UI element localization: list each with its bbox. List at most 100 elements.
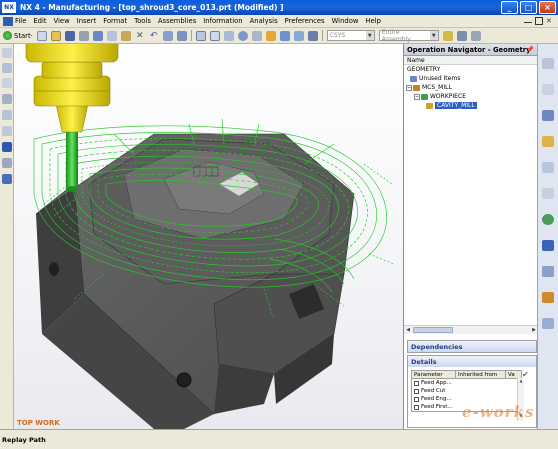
menu-tools[interactable]: Tools (134, 17, 151, 25)
navigator-tree: GEOMETRY Unused Items − MCS_MILL − WORKP… (404, 65, 538, 110)
close-button[interactable]: × (539, 1, 556, 14)
delete-icon[interactable]: ✕ (135, 31, 145, 41)
maximize-button[interactable]: □ (520, 1, 537, 14)
left-tool-icon-4[interactable] (2, 94, 12, 104)
table-row[interactable]: Feed App... (412, 379, 521, 387)
table-row[interactable]: Feed Eng... (412, 395, 521, 403)
column-inherited-from[interactable]: Inherited from (456, 371, 506, 378)
navigator-column-header[interactable]: Name (404, 56, 537, 65)
save-icon[interactable] (64, 30, 75, 41)
workpiece-icon (421, 93, 428, 100)
left-tool-icon-2[interactable] (2, 63, 12, 73)
left-tool-icon-8[interactable] (2, 158, 12, 168)
tree-item-label: Unused Items (419, 75, 461, 82)
menu-analysis[interactable]: Analysis (250, 17, 278, 25)
csys-combo-value: CSYS (329, 32, 346, 39)
tree-item-cavity-mill[interactable]: CAVITY_MILL (404, 101, 538, 110)
doc-restore-icon[interactable] (535, 17, 543, 25)
checkbox[interactable] (414, 396, 419, 402)
chevron-down-icon: ▼ (365, 31, 374, 40)
menu-format[interactable]: Format (103, 17, 127, 25)
menu-help[interactable]: Help (365, 17, 381, 25)
graphics-viewport[interactable]: TOP WORK (14, 44, 403, 429)
navigator-horizontal-scrollbar[interactable]: ◀ ▶ (404, 325, 538, 334)
left-tool-icon-7[interactable] (2, 142, 12, 152)
resource-icon-4[interactable] (542, 136, 554, 147)
left-tool-icon-3[interactable] (2, 78, 12, 88)
dependencies-header[interactable]: Dependencies (408, 341, 536, 352)
app-menu-icon[interactable] (3, 16, 13, 26)
fit-view-icon[interactable] (195, 30, 206, 41)
menu-preferences[interactable]: Preferences (285, 17, 325, 25)
menu-assemblies[interactable]: Assemblies (158, 17, 196, 25)
resource-icon-5[interactable] (542, 162, 554, 173)
assembly-scope-combo[interactable]: Entire Assembly ▼ (378, 29, 439, 43)
orient-view-icon[interactable] (279, 30, 290, 41)
undo-icon[interactable]: ↶ (149, 31, 159, 41)
selection-filter-icon[interactable] (456, 30, 467, 41)
menu-information[interactable]: Information (203, 17, 242, 25)
column-value[interactable]: Va (506, 371, 521, 378)
minimize-button[interactable]: _ (501, 1, 518, 14)
scroll-thumb[interactable] (413, 327, 453, 333)
doc-close-icon[interactable]: ✕ (546, 17, 554, 25)
shaded-view-icon[interactable] (265, 30, 276, 41)
resource-icon-7[interactable] (542, 214, 554, 225)
resource-icon-2[interactable] (542, 84, 554, 95)
menu-window[interactable]: Window (332, 17, 359, 25)
csys-combo[interactable]: CSYS ▼ (326, 30, 375, 41)
new-file-icon[interactable] (36, 30, 47, 41)
check-icon[interactable]: ✔ (522, 370, 532, 379)
paste-icon[interactable] (120, 30, 131, 41)
resource-icon-8[interactable] (542, 240, 554, 251)
select-icon[interactable] (176, 30, 187, 41)
start-button[interactable]: Start· (3, 31, 33, 40)
checkbox[interactable] (414, 404, 419, 410)
tree-item-geometry[interactable]: GEOMETRY (404, 65, 538, 74)
collapse-icon[interactable]: − (406, 84, 412, 91)
resource-icon-10[interactable] (542, 292, 554, 303)
resource-icon-11[interactable] (542, 318, 554, 329)
print-icon[interactable] (78, 30, 89, 41)
dependencies-panel[interactable]: Dependencies (407, 340, 537, 353)
rotate-icon[interactable] (237, 30, 248, 41)
snap-point-icon[interactable] (442, 30, 453, 41)
toolbar-separator (190, 30, 192, 41)
layer-icon[interactable] (293, 30, 304, 41)
checkbox[interactable] (414, 388, 419, 394)
table-row[interactable]: Feed Cut (412, 387, 521, 395)
display-mode-icon[interactable] (307, 30, 318, 41)
menu-edit[interactable]: Edit (33, 17, 46, 25)
scroll-left-icon[interactable]: ◀ (404, 327, 412, 334)
doc-minimize-icon[interactable] (524, 17, 532, 23)
column-parameter[interactable]: Parameter (412, 371, 456, 378)
render-style-icon[interactable] (251, 30, 262, 41)
cut-icon[interactable] (92, 30, 103, 41)
details-header[interactable]: Details (408, 356, 536, 367)
left-tool-icon-9[interactable] (2, 174, 12, 184)
pan-icon[interactable] (223, 30, 234, 41)
collapse-icon[interactable]: − (414, 93, 420, 100)
tree-item-unused-items[interactable]: Unused Items (404, 74, 538, 83)
tree-item-workpiece[interactable]: − WORKPIECE (404, 92, 538, 101)
edit-icon[interactable] (162, 30, 173, 41)
menu-view[interactable]: View (54, 17, 70, 25)
left-tool-icon-6[interactable] (2, 126, 12, 136)
pin-icon[interactable]: 📌 (527, 46, 534, 53)
checkbox[interactable] (414, 380, 419, 386)
tree-item-mcs-mill[interactable]: − MCS_MILL (404, 83, 538, 92)
left-tool-icon-5[interactable] (2, 110, 12, 120)
zoom-icon[interactable] (209, 30, 220, 41)
left-tool-icon-1[interactable] (2, 48, 12, 58)
open-file-icon[interactable] (50, 30, 61, 41)
resource-icon-9[interactable] (542, 266, 554, 277)
toolbar-options-icon[interactable] (470, 30, 481, 41)
resource-icon-3[interactable] (542, 110, 554, 121)
menu-insert[interactable]: Insert (77, 17, 97, 25)
operation-navigator: Operation Navigator - Geometry 📌 Name GE… (403, 44, 538, 429)
copy-icon[interactable] (106, 30, 117, 41)
menu-file[interactable]: File (15, 17, 26, 25)
resource-icon-6[interactable] (542, 188, 554, 199)
details-table-header: Parameter Inherited from Va (412, 371, 521, 379)
resource-icon-1[interactable] (542, 58, 554, 69)
